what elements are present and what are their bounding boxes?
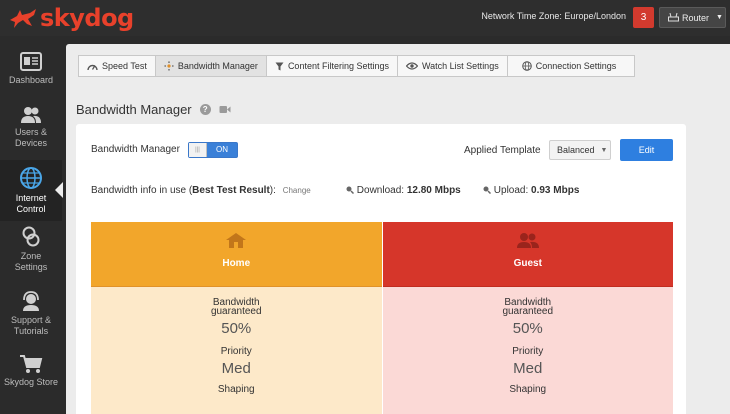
upload-icon [483,186,492,195]
sidebar-item-label: Dashboard [8,75,54,85]
router-label: Router [682,12,710,23]
zone-body: Bandwidth guaranteed 50% Priority Med Sh… [91,287,382,414]
sidebar-item-skydog-store[interactable]: Skydog Store [0,354,62,388]
bandwidth-manager-toggle[interactable]: ||| ON [188,142,238,158]
dog-logo-icon [10,9,36,28]
priority-label: Priority [512,346,544,357]
upload-info: Upload: 0.93 Mbps [483,185,579,196]
applied-template-label: Applied Template [464,145,541,156]
sidebar-item-internet-control[interactable]: Internet Control [0,160,63,221]
priority-value[interactable]: Med [383,360,674,377]
tab-label: Bandwidth Manager [177,61,258,71]
info-source: Best Test Result [192,185,270,196]
sidebar-item-label: Internet Control [15,193,47,214]
skydog-logo[interactable]: skydog [8,3,134,33]
sidebar-item-label: Skydog Store [3,377,59,387]
active-pointer [55,182,63,198]
shaping-label: Shaping [217,384,255,395]
sidebar-item-zone-settings[interactable]: Zone Settings [0,226,62,273]
toggle-knob: ||| [189,143,207,157]
zone-home[interactable]: Home Bandwidth guaranteed 50% Priority M… [91,222,382,414]
logo-text: skydog [40,4,134,32]
tab-bar: Speed Test Bandwidth Manager Content Fil… [78,55,636,77]
sidebar-item-label: Support & Tutorials [10,315,52,336]
page-title: Bandwidth Manager ? [76,102,231,117]
globe-icon [521,61,532,71]
bandwidth-manager-label: Bandwidth Manager [91,144,180,155]
chevron-down-icon: ▼ [716,14,723,21]
toggle-state: ON [216,145,228,154]
zone-header: Guest [382,222,673,287]
zone-icon [22,226,40,247]
notification-badge[interactable]: 3 [633,7,654,28]
globe-icon [20,167,42,189]
download-icon [346,186,355,195]
bandwidth-guaranteed-label: Bandwidth guaranteed [502,297,554,317]
home-icon [226,233,247,248]
edit-button[interactable]: Edit [620,139,673,161]
network-timezone: Network Time Zone: Europe/London [481,11,626,21]
info-suffix: ): [269,185,276,196]
upload-value: 0.93 Mbps [531,185,580,196]
zone-header: Home [91,222,382,287]
support-icon [23,291,39,311]
change-link[interactable]: Change [283,186,311,195]
sidebar-item-dashboard[interactable]: Dashboard [0,52,62,86]
template-value: Balanced [557,145,595,155]
download-label: Download: [356,185,405,196]
sidebar: Dashboard Users & Devices Internet Contr… [0,36,63,414]
users-icon [516,233,539,248]
priority-value[interactable]: Med [91,360,382,377]
zone-body: Bandwidth guaranteed 50% Priority Med Sh… [382,287,674,414]
bandwidth-info-row: Bandwidth info in use (Best Test Result)… [91,185,681,196]
upload-label: Upload: [493,185,529,196]
tab-label: Speed Test [102,61,147,71]
help-icon[interactable]: ? [199,104,211,115]
info-prefix: Bandwidth info in use ( [91,185,193,196]
page-title-text: Bandwidth Manager [76,102,192,117]
tab-content-filtering[interactable]: Content Filtering Settings [266,55,398,77]
bandwidth-card: Bandwidth Manager ||| ON Applied Templat… [76,124,686,414]
zone-name: Home [222,258,251,269]
tab-label: Content Filtering Settings [287,61,389,71]
template-select[interactable]: Balanced ▼ [549,140,611,160]
sidebar-item-users-devices[interactable]: Users & Devices [0,106,62,149]
tab-speed-test[interactable]: Speed Test [78,55,156,77]
tab-watch-list[interactable]: Watch List Settings [398,55,508,77]
top-bar: skydog Network Time Zone: Europe/London … [0,0,730,36]
dashboard-icon [20,52,42,71]
router-dropdown[interactable]: Router ▼ [659,7,726,28]
bandwidth-guaranteed-value[interactable]: 50% [91,320,382,337]
tab-connection-settings[interactable]: Connection Settings [507,55,636,77]
sidebar-item-label: Zone Settings [14,251,48,272]
users-icon [21,107,41,123]
bandwidth-icon [164,61,174,71]
download-info: Download: 12.80 Mbps [346,185,461,196]
tab-label: Watch List Settings [422,61,499,71]
chevron-down-icon: ▼ [600,146,608,154]
speedometer-icon [87,64,98,70]
zones-grid: Home Bandwidth guaranteed 50% Priority M… [91,222,673,414]
tab-label: Connection Settings [535,61,617,71]
priority-label: Priority [220,346,252,357]
eye-icon [406,62,418,70]
sidebar-item-support-tutorials[interactable]: Support & Tutorials [0,290,62,337]
video-camera-icon[interactable] [219,105,231,114]
zone-name: Guest [513,258,542,269]
shaping-label: Shaping [509,384,547,395]
tab-bandwidth-manager[interactable]: Bandwidth Manager [155,55,267,77]
bandwidth-guaranteed-value[interactable]: 50% [383,320,674,337]
zone-guest[interactable]: Guest Bandwidth guaranteed 50% Priority … [381,222,674,414]
filter-icon [275,62,284,70]
bandwidth-guaranteed-label: Bandwidth guaranteed [210,297,262,317]
sidebar-item-label: Users & Devices [14,127,47,148]
cart-icon [20,355,43,373]
router-icon [668,13,679,22]
download-value: 12.80 Mbps [406,185,461,196]
main-content: Speed Test Bandwidth Manager Content Fil… [66,44,730,414]
